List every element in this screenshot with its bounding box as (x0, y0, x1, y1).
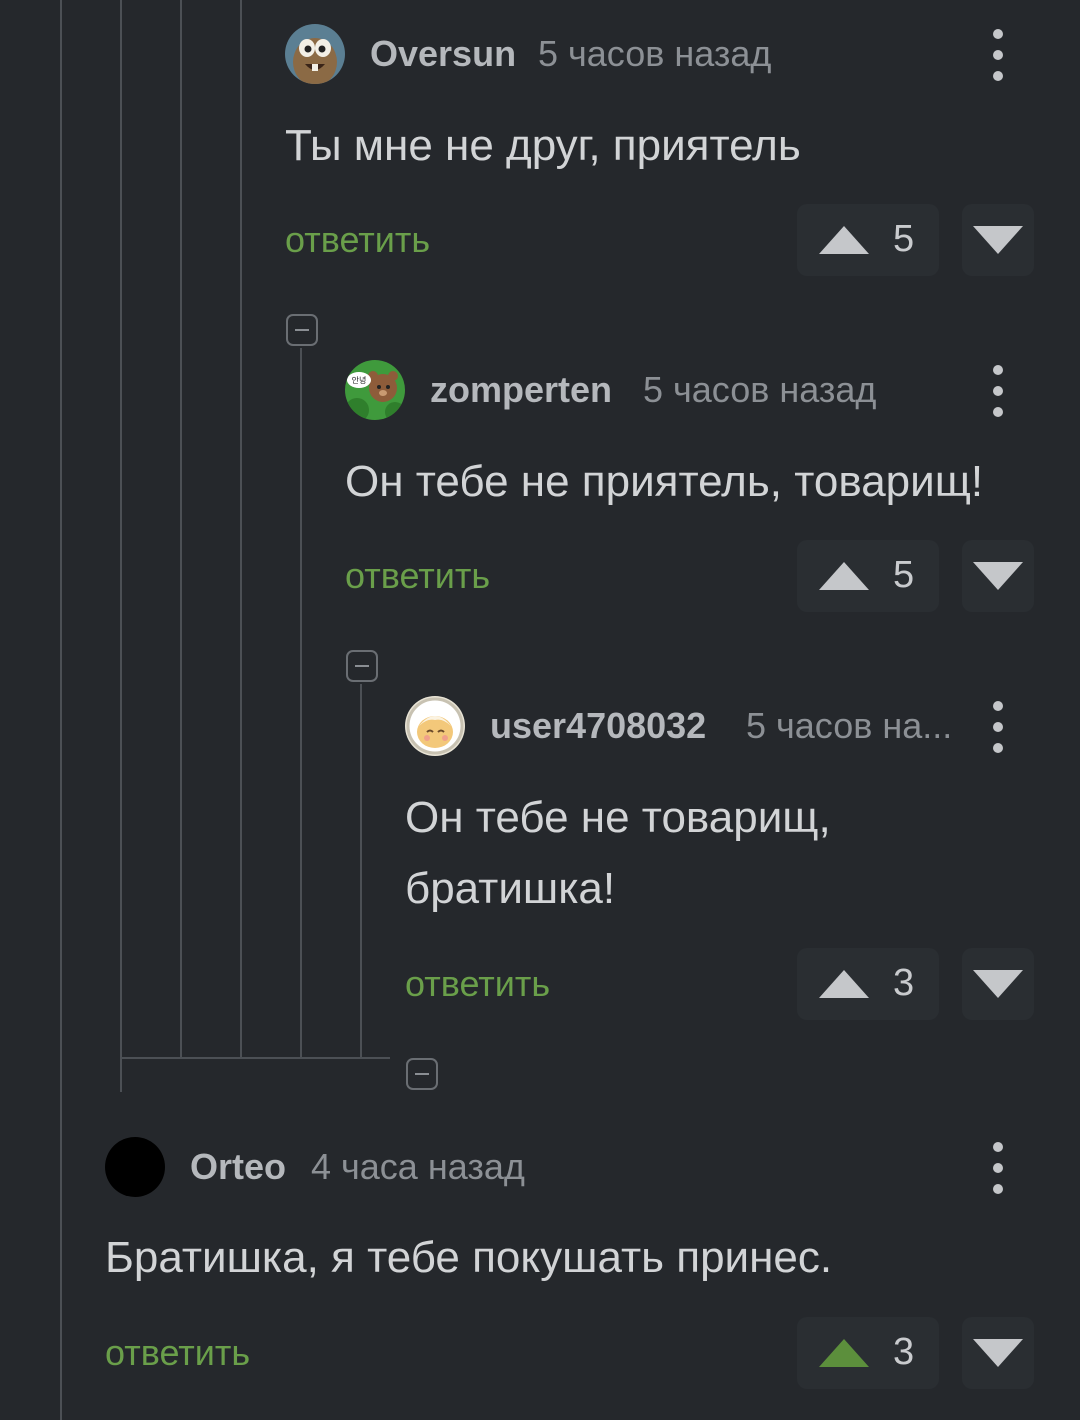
comment-text: Братишка, я тебе покушать принес. (105, 1233, 833, 1282)
timestamp: 4 часа назад (311, 1146, 525, 1187)
triangle-up-icon (819, 970, 869, 998)
thread-line (120, 0, 122, 1058)
more-options-icon[interactable] (988, 29, 1008, 81)
more-options-icon[interactable] (988, 701, 1008, 753)
thread-line (120, 1058, 122, 1092)
vote-count: 5 (893, 554, 915, 596)
username[interactable]: Orteo (190, 1149, 286, 1185)
timestamp: 5 часов на... (746, 705, 953, 746)
avatar[interactable] (405, 696, 465, 756)
vote-count: 5 (893, 218, 915, 260)
thread-line (360, 684, 362, 1058)
reply-button[interactable]: ответить (405, 966, 550, 1002)
thread-line (60, 0, 62, 1420)
thread-line (120, 1057, 390, 1059)
timestamp: 5 часов назад (538, 33, 772, 74)
upvote-button[interactable]: 5 (797, 540, 939, 612)
more-options-icon[interactable] (988, 365, 1008, 417)
upvote-button[interactable]: 3 (797, 1317, 939, 1389)
timestamp: 5 часов назад (643, 369, 877, 410)
upvote-button[interactable]: 5 (797, 204, 939, 276)
username[interactable]: Oversun (370, 36, 516, 72)
triangle-up-icon (819, 1339, 869, 1367)
upvote-button[interactable]: 3 (797, 948, 939, 1020)
avatar-bubble-text: 안녕 (352, 375, 367, 385)
comment-text-line: братишка! (405, 864, 616, 913)
triangle-up-icon (819, 562, 869, 590)
triangle-down-icon (973, 1339, 1023, 1367)
triangle-down-icon (973, 226, 1023, 254)
more-options-icon[interactable] (988, 1142, 1008, 1194)
username[interactable]: user4708032 (490, 708, 706, 744)
comment-text: Он тебе не приятель, товарищ! (345, 457, 984, 506)
reply-button[interactable]: ответить (285, 222, 430, 258)
downvote-button[interactable] (962, 540, 1034, 612)
triangle-down-icon (973, 562, 1023, 590)
collapse-thread-button[interactable] (346, 650, 378, 682)
avatar[interactable] (285, 24, 345, 84)
avatar[interactable]: 안녕 (345, 360, 405, 420)
thread-line (180, 0, 182, 1058)
collapse-thread-button[interactable] (406, 1058, 438, 1090)
thread-line (300, 348, 302, 1058)
triangle-up-icon (819, 226, 869, 254)
collapse-thread-button[interactable] (286, 314, 318, 346)
avatar[interactable] (105, 1137, 165, 1197)
downvote-button[interactable] (962, 204, 1034, 276)
username[interactable]: zomperten (430, 372, 612, 408)
thread-line (240, 0, 242, 1058)
downvote-button[interactable] (962, 1317, 1034, 1389)
vote-count: 3 (893, 962, 915, 1004)
comment-text-line: Он тебе не товарищ, (405, 793, 831, 842)
triangle-down-icon (973, 970, 1023, 998)
downvote-button[interactable] (962, 948, 1034, 1020)
vote-count: 3 (893, 1331, 915, 1373)
comment-text: Ты мне не друг, приятель (285, 121, 801, 170)
reply-button[interactable]: ответить (105, 1335, 250, 1371)
reply-button[interactable]: ответить (345, 558, 490, 594)
